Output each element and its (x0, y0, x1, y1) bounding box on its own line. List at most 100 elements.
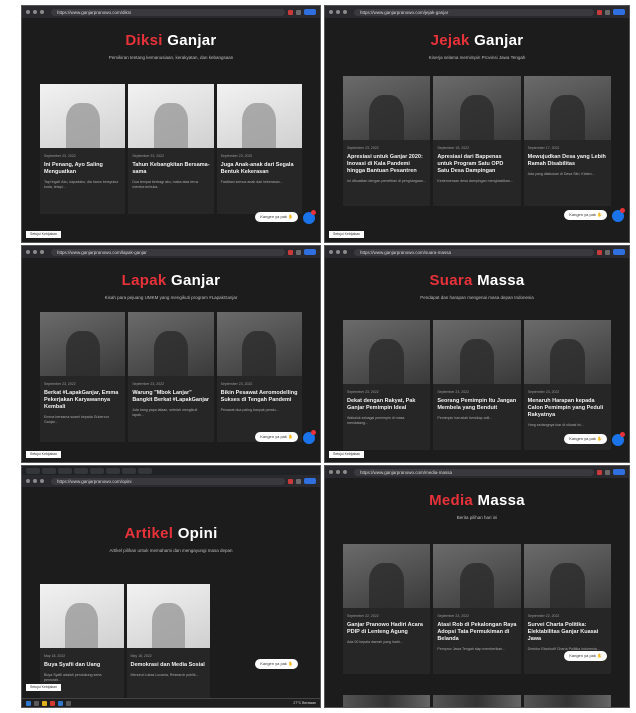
start-icon[interactable] (26, 700, 31, 706)
address-bar[interactable]: https://www.ganjarpranowo.com/suara-mass… (354, 248, 594, 256)
puzzle-icon[interactable] (605, 249, 610, 255)
consent-banner[interactable]: Setujui Kebijakan (329, 451, 365, 458)
app-icon[interactable] (66, 700, 71, 706)
consent-banner[interactable]: Setujui Kebijakan (26, 451, 62, 458)
article-title[interactable]: Warung "Mbok Lanjar" Bangkit Berkat #Lap… (128, 386, 213, 404)
article-title[interactable]: Seorang Pemimpin Itu Jangan Membela yang… (433, 394, 520, 412)
forward-icon[interactable] (336, 470, 340, 474)
profile-button[interactable] (613, 249, 625, 255)
back-icon[interactable] (26, 250, 30, 254)
article-card[interactable]: September 18, 2022 Apresiasi dari Bappen… (433, 76, 521, 206)
chat-fab-button[interactable] (303, 430, 316, 444)
puzzle-icon[interactable] (296, 249, 301, 255)
chat-bubble[interactable]: Kangen ya pak ✋ (255, 212, 298, 222)
puzzle-icon[interactable] (605, 9, 610, 15)
puzzle-icon[interactable] (296, 478, 301, 484)
article-card[interactable]: September 23, 2022 Menaruh Harapan kepad… (523, 320, 611, 450)
article-card[interactable]: September 23, 2022 Ini Penang, Ayo Salin… (40, 84, 126, 214)
browser-tab[interactable] (42, 467, 56, 474)
back-icon[interactable] (329, 10, 333, 14)
browser-icon[interactable] (58, 700, 63, 706)
forward-icon[interactable] (336, 250, 340, 254)
article-title[interactable]: Apresiasi untuk Ganjar 2020: Inovasi di … (343, 150, 430, 175)
article-title[interactable]: Apresiasi dari Bappenas untuk Program Sa… (433, 150, 520, 175)
article-title[interactable]: Survei Charta Politika: Elektabilitas Ga… (524, 618, 611, 643)
back-icon[interactable] (26, 10, 30, 14)
address-bar[interactable]: https://www.ganjarpranowo.com/media-mass… (354, 468, 594, 476)
article-title[interactable]: Ini Penang, Ayo Saling Menguatkan (40, 158, 125, 176)
back-icon[interactable] (26, 479, 30, 483)
article-title[interactable]: Juga Anak-anak dari Segala Bentuk Kekera… (217, 158, 302, 176)
reload-icon[interactable] (343, 250, 347, 254)
browser-tab[interactable] (58, 467, 72, 474)
reload-icon[interactable] (40, 479, 44, 483)
profile-button[interactable] (304, 478, 316, 484)
forward-icon[interactable] (33, 10, 37, 14)
article-card[interactable]: September 23, 2022 Juga Anak-anak dari S… (216, 84, 302, 214)
browser-tab[interactable] (122, 467, 136, 474)
forward-icon[interactable] (33, 479, 37, 483)
article-card[interactable]: September 23, 2022 Warung "Mbok Lanjar" … (128, 312, 214, 442)
chat-bubble[interactable]: Kangen ya pak ✋ (564, 651, 607, 661)
article-title[interactable]: Atasi Rob di Pekalongan Raya Adopsi Tata… (433, 618, 520, 643)
extension-icon[interactable] (597, 9, 602, 15)
article-title[interactable]: Menaruh Harapan kepada Calon Pemimpin ya… (524, 394, 611, 419)
article-card[interactable]: September 17, 2022 Mewujudkan Desa yang … (523, 76, 611, 206)
extension-icon[interactable] (288, 9, 293, 15)
profile-button[interactable] (304, 9, 316, 15)
chat-bubble[interactable]: Kangen ya pak ✋ (564, 210, 607, 220)
article-title[interactable]: Mewujudkan Desa yang Lebih Ramah Disabil… (524, 150, 611, 168)
article-card[interactable]: September 23, 2022 Dekat dengan Rakyat, … (343, 320, 431, 450)
article-card[interactable]: September 22, 2022 Ganjar Pranowo Hadiri… (343, 544, 431, 674)
chat-bubble[interactable]: Kangen ya pak ✋ (255, 659, 298, 669)
browser-tab[interactable] (90, 467, 104, 474)
forward-icon[interactable] (33, 250, 37, 254)
address-bar[interactable]: https://www.ganjarpranowo.com/jejak-ganj… (354, 8, 594, 16)
reload-icon[interactable] (40, 10, 44, 14)
chat-bubble[interactable]: Kangen ya pak ✋ (564, 434, 607, 444)
back-icon[interactable] (329, 250, 333, 254)
reload-icon[interactable] (343, 470, 347, 474)
extension-icon[interactable] (597, 249, 602, 255)
profile-button[interactable] (304, 249, 316, 255)
browser-tab[interactable] (74, 467, 88, 474)
folder-icon[interactable] (42, 700, 47, 706)
article-title[interactable]: Berkat #LapakGanjar, Emma Pekerjakan Kar… (40, 386, 125, 411)
address-bar[interactable]: https://www.ganjarpranowo.com/lapak-ganj… (51, 248, 285, 256)
address-bar[interactable]: https://www.ganjarpranowo.com/diksi (51, 8, 285, 16)
reload-icon[interactable] (40, 250, 44, 254)
consent-banner[interactable]: Setujui Kebijakan (26, 231, 62, 238)
consent-banner[interactable]: Setujui Kebijakan (26, 684, 62, 691)
extension-icon[interactable] (288, 478, 293, 484)
article-card[interactable]: September 23, 2022 Apresiasi untuk Ganja… (343, 76, 431, 206)
profile-button[interactable] (613, 9, 625, 15)
chat-fab-button[interactable] (612, 432, 625, 446)
browser-tab[interactable] (26, 467, 40, 474)
article-title[interactable]: Bikin Pesawat Aeromodelling Sukses di Te… (217, 386, 302, 404)
consent-banner[interactable]: Setujui Kebijakan (329, 231, 365, 238)
forward-icon[interactable] (336, 10, 340, 14)
article-title[interactable]: Dekat dengan Rakyat, Pak Ganjar Pemimpin… (343, 394, 430, 412)
article-title[interactable]: Ganjar Pranowo Hadiri Acara PDIP di Lent… (343, 618, 430, 636)
article-card[interactable]: September 23, 2022 Berkat #LapakGanjar, … (40, 312, 126, 442)
article-card[interactable]: September 23, 2022 Atasi Rob di Pekalong… (433, 544, 521, 674)
article-card[interactable]: September 23, 2022 Seorang Pemimpin Itu … (433, 320, 521, 450)
extension-icon[interactable] (597, 469, 602, 475)
reload-icon[interactable] (343, 10, 347, 14)
browser-tab[interactable] (106, 467, 120, 474)
article-card[interactable]: September 23, 2022 Tahun Kebangkitan Ber… (128, 84, 214, 214)
extension-icon[interactable] (288, 249, 293, 255)
puzzle-icon[interactable] (296, 9, 301, 15)
browser-tab[interactable] (138, 467, 152, 474)
article-card[interactable]: May 18, 2022 Demokrasi dan Media Sosial … (126, 584, 210, 707)
profile-button[interactable] (613, 469, 625, 475)
article-title[interactable]: Buya Syafii dan Uang (40, 658, 124, 669)
article-card[interactable]: September 23, 2022 Bikin Pesawat Aeromod… (216, 312, 302, 442)
address-bar[interactable]: https://www.ganjarpranowo.com/opini (51, 477, 285, 485)
chat-fab-button[interactable] (303, 210, 316, 224)
app-icon[interactable] (50, 700, 55, 706)
back-icon[interactable] (329, 470, 333, 474)
puzzle-icon[interactable] (605, 469, 610, 475)
chat-bubble[interactable]: Kangen ya pak ✋ (255, 432, 298, 442)
chat-fab-button[interactable] (612, 208, 625, 222)
